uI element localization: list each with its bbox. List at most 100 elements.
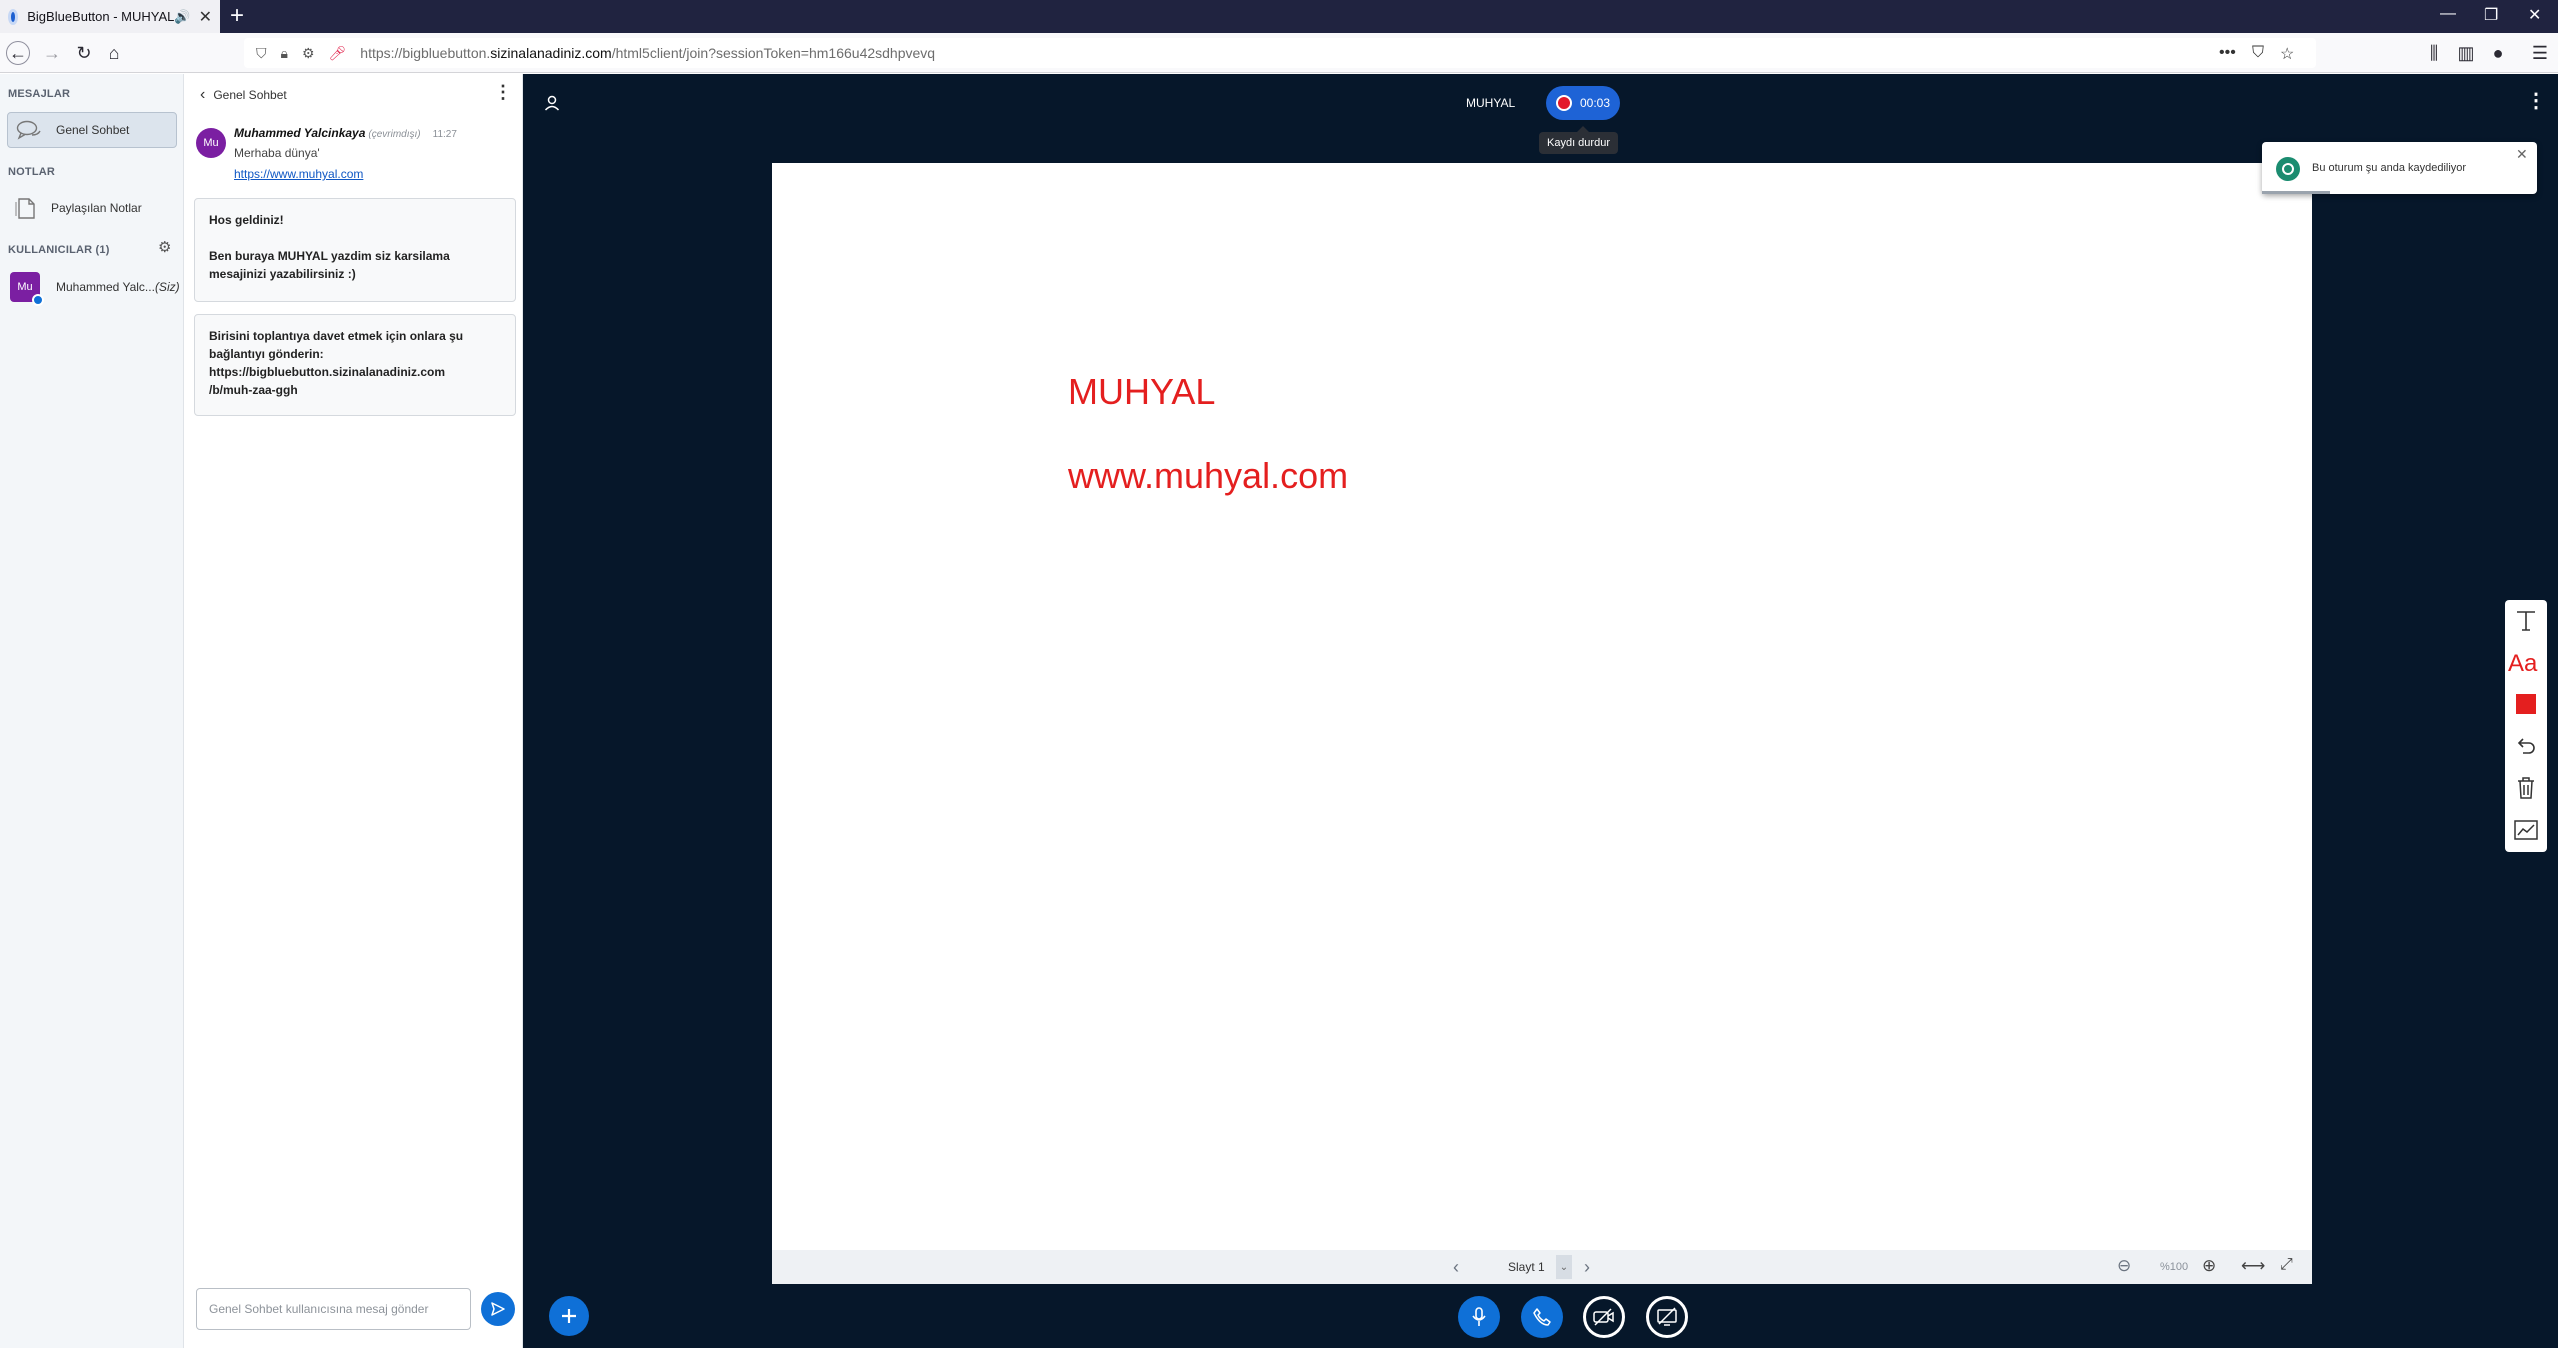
message-time: 11:27 bbox=[432, 129, 457, 140]
text-tool-icon[interactable] bbox=[2505, 600, 2547, 640]
options-menu-icon[interactable]: ⋮ bbox=[2526, 88, 2546, 113]
users-title: KULLANICILAR (1) bbox=[8, 244, 110, 256]
message-meta: Muhammed Yalcinkaya (çevrimdışı) 11:27 bbox=[234, 126, 457, 140]
chat-title: Genel Sohbet bbox=[213, 88, 287, 102]
tab-title: BigBlueButton - MUHYAL bbox=[27, 9, 175, 24]
record-icon bbox=[1556, 95, 1572, 111]
user-list-item[interactable]: Mu Muhammed Yalc...(Siz) bbox=[10, 270, 180, 306]
browser-navbar: ← → ↻ ⌂ ⛉ 🔒︎ ⚙ 🎤︎ https://bigbluebutton.… bbox=[0, 33, 2558, 73]
slide-text-url: www.muhyal.com bbox=[1068, 455, 1349, 496]
send-icon bbox=[491, 1302, 505, 1316]
message-link[interactable]: https://www.muhyal.com bbox=[234, 167, 363, 181]
screenshare-button[interactable] bbox=[1646, 1296, 1688, 1338]
chat-panel: ‹ Genel Sohbet ⋮ Mu Muhammed Yalcinkaya(… bbox=[184, 74, 523, 1348]
browser-tab[interactable]: BigBlueButton - MUHYAL 🔊 ✕ bbox=[0, 0, 220, 33]
camera-button[interactable] bbox=[1583, 1296, 1625, 1338]
invite-message-box: Birisini toplantıya davet etmek için onl… bbox=[194, 314, 516, 416]
welcome-message-box: Hos geldiniz! Ben buraya MUHYAL yazdim s… bbox=[194, 198, 516, 302]
chat-back-button[interactable]: ‹ Genel Sohbet bbox=[200, 86, 287, 104]
meeting-name: MUHYAL bbox=[1466, 96, 1516, 110]
restore-icon[interactable]: ❐ bbox=[2484, 5, 2498, 25]
chat-options-icon[interactable]: ⋮ bbox=[494, 82, 512, 103]
previous-slide-icon[interactable]: ‹ bbox=[1453, 1257, 1459, 1278]
shared-notes-nav-item[interactable]: Paylaşılan Notlar bbox=[7, 190, 177, 226]
undo-icon[interactable] bbox=[2505, 726, 2547, 766]
message-author: Muhammed Yalcinkaya bbox=[234, 126, 366, 140]
microphone-icon[interactable]: 🎤︎ bbox=[329, 45, 347, 62]
presentation-slide[interactable]: MUHYAL www.muhyal.com bbox=[772, 163, 2312, 1250]
shield-icon[interactable]: ⛉ bbox=[256, 45, 267, 62]
forward-icon[interactable]: → bbox=[40, 41, 64, 65]
public-chat-nav-item[interactable]: Genel Sohbet bbox=[7, 112, 177, 148]
invite-message-text: Birisini toplantıya davet etmek için onl… bbox=[209, 329, 464, 397]
recording-status-icon bbox=[2276, 157, 2300, 181]
notes-title: NOTLAR bbox=[8, 166, 56, 178]
lock-icon[interactable]: 🔒︎ bbox=[281, 45, 288, 62]
library-icon[interactable]: ⫼ bbox=[2422, 41, 2446, 65]
slide-select-dropdown[interactable]: ⌄ bbox=[1556, 1255, 1572, 1279]
chat-bubbles-icon bbox=[16, 120, 41, 140]
message-text: Merhaba dünya' bbox=[234, 146, 320, 160]
menu-icon[interactable]: ☰ bbox=[2528, 41, 2552, 65]
slide-text-title: MUHYAL bbox=[1068, 371, 1216, 412]
bbb-favicon-icon bbox=[8, 8, 19, 25]
welcome-message-text: Hos geldiniz! Ben buraya MUHYAL yazdim s… bbox=[209, 213, 450, 281]
close-notification-icon[interactable]: ✕ bbox=[2516, 146, 2528, 163]
zoom-out-icon[interactable]: ⊖ bbox=[2117, 1256, 2131, 1276]
url-bar[interactable]: ⛉ 🔒︎ ⚙ 🎤︎ https://bigbluebutton.sizinala… bbox=[244, 38, 2316, 68]
close-tab-icon[interactable]: ✕ bbox=[199, 7, 212, 27]
color-icon[interactable] bbox=[2505, 684, 2547, 724]
multi-user-icon[interactable] bbox=[2505, 810, 2547, 850]
notes-icon bbox=[15, 198, 35, 219]
trash-icon[interactable] bbox=[2505, 768, 2547, 808]
browser-tabbar: BigBlueButton - MUHYAL 🔊 ✕ + — ❐ ✕ bbox=[0, 0, 2558, 33]
actions-plus-button[interactable] bbox=[549, 1296, 589, 1336]
slide-label: Slayt 1 bbox=[1508, 1260, 1545, 1274]
recording-notification: Bu oturum şu anda kaydediliyor ✕ bbox=[2262, 142, 2537, 194]
gear-icon[interactable]: ⚙ bbox=[158, 238, 171, 256]
plus-icon bbox=[562, 1309, 576, 1323]
notification-text: Bu oturum şu anda kaydediliyor bbox=[2312, 162, 2467, 174]
account-icon[interactable]: ● bbox=[2486, 41, 2510, 65]
minimize-icon[interactable]: — bbox=[2440, 5, 2456, 23]
message-status: (çevrimdışı) bbox=[368, 129, 421, 140]
message-avatar: Mu bbox=[196, 128, 226, 158]
recording-button[interactable]: 00:03 bbox=[1546, 86, 1620, 120]
avatar-initials: Mu bbox=[17, 281, 33, 293]
leave-audio-button[interactable] bbox=[1521, 1296, 1563, 1338]
zoom-value[interactable]: %100 bbox=[2160, 1261, 2188, 1273]
back-icon[interactable]: ← bbox=[6, 41, 30, 65]
pocket-icon[interactable]: ⛉ bbox=[2252, 44, 2264, 62]
close-window-icon[interactable]: ✕ bbox=[2528, 5, 2541, 25]
fullscreen-icon[interactable]: ⤢ bbox=[2280, 1256, 2293, 1274]
notification-progress bbox=[2262, 191, 2330, 194]
phone-icon bbox=[1533, 1308, 1551, 1326]
home-icon[interactable]: ⌂ bbox=[102, 41, 126, 65]
microphone-button[interactable] bbox=[1458, 1296, 1500, 1338]
next-slide-icon[interactable]: › bbox=[1584, 1257, 1590, 1278]
zoom-in-icon[interactable]: ⊕ bbox=[2202, 1256, 2216, 1276]
screenshare-off-icon bbox=[1657, 1307, 1677, 1326]
speaker-icon[interactable]: 🔊 bbox=[174, 9, 190, 25]
shared-notes-label: Paylaşılan Notlar bbox=[51, 201, 142, 215]
presentation-toolbar: ‹ Slayt 1 ⌄ › ⊖ %100 ⊕ ⟷ ⤢ bbox=[772, 1250, 2312, 1284]
user-icon[interactable] bbox=[543, 94, 561, 112]
presentation-stage: MUHYAL 00:03 Kaydı durdur ⋮ MUHYAL www.m… bbox=[523, 74, 2558, 1348]
more-actions-icon[interactable]: ••• bbox=[2219, 44, 2236, 62]
bookmark-star-icon[interactable]: ☆ bbox=[2280, 44, 2294, 64]
fit-width-icon[interactable]: ⟷ bbox=[2241, 1256, 2265, 1276]
user-list-panel: MESAJLAR Genel Sohbet NOTLAR Paylaşılan … bbox=[0, 74, 184, 1348]
url-text[interactable]: https://bigbluebutton.sizinalanadiniz.co… bbox=[360, 45, 935, 61]
chevron-left-icon: ‹ bbox=[200, 86, 206, 103]
reload-icon[interactable]: ↻ bbox=[72, 41, 96, 65]
public-chat-label: Genel Sohbet bbox=[56, 123, 130, 137]
chat-message-input[interactable] bbox=[196, 1288, 471, 1330]
avatar: Mu bbox=[10, 272, 44, 306]
sidebar-icon[interactable]: ▥ bbox=[2454, 41, 2478, 65]
microphone-icon bbox=[1472, 1307, 1486, 1326]
new-tab-button[interactable]: + bbox=[230, 2, 244, 30]
mic-status-icon bbox=[32, 294, 44, 306]
font-size-icon[interactable]: Aa bbox=[2505, 642, 2547, 682]
send-button[interactable] bbox=[481, 1292, 515, 1326]
permissions-icon[interactable]: ⚙ bbox=[302, 45, 315, 62]
